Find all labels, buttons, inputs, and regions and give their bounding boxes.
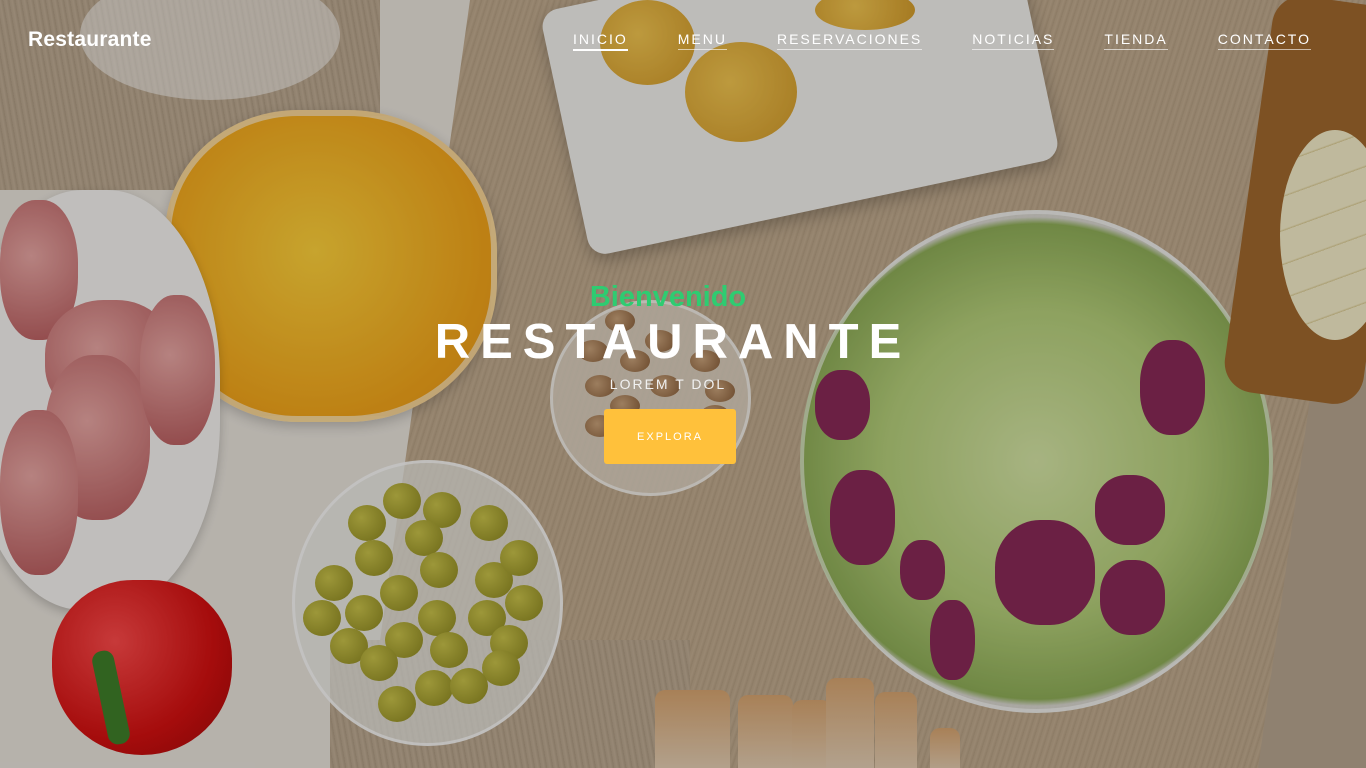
nav-link-noticias[interactable]: NOTICIAS bbox=[972, 31, 1055, 50]
hero-subtitle: LOREM T DOL bbox=[609, 376, 727, 392]
nav-link-inicio[interactable]: INICIO bbox=[572, 31, 628, 51]
hero-section: Restaurante INICIO MENU RESERVACIONES NO… bbox=[0, 0, 1366, 768]
nav-item-contacto: CONTACTO bbox=[1168, 31, 1311, 51]
nav-item-noticias: NOTICIAS bbox=[922, 31, 1055, 51]
nav-item-tienda: TIENDA bbox=[1054, 31, 1168, 51]
hero-title: RESTAURANTE bbox=[434, 315, 912, 369]
nav-link-reservaciones[interactable]: RESERVACIONES bbox=[776, 31, 923, 50]
explore-button[interactable]: EXPLORA bbox=[604, 409, 736, 464]
nav-link-menu[interactable]: MENU bbox=[677, 31, 727, 50]
nav-link-tienda[interactable]: TIENDA bbox=[1104, 31, 1168, 50]
welcome-heading: Bienvenido bbox=[589, 281, 747, 313]
navbar: Restaurante INICIO MENU RESERVACIONES NO… bbox=[0, 0, 1366, 80]
nav-list: INICIO MENU RESERVACIONES NOTICIAS TIEND… bbox=[523, 31, 1311, 51]
nav-item-inicio: INICIO bbox=[523, 31, 628, 51]
brand-logo[interactable]: Restaurante bbox=[28, 28, 152, 52]
hero-content: Bienvenido RESTAURANTE LOREM T DOL EXPLO… bbox=[0, 280, 1336, 464]
nav-item-reservaciones: RESERVACIONES bbox=[727, 31, 923, 51]
nav-link-contacto[interactable]: CONTACTO bbox=[1217, 31, 1311, 50]
nav-item-menu: MENU bbox=[628, 31, 727, 51]
